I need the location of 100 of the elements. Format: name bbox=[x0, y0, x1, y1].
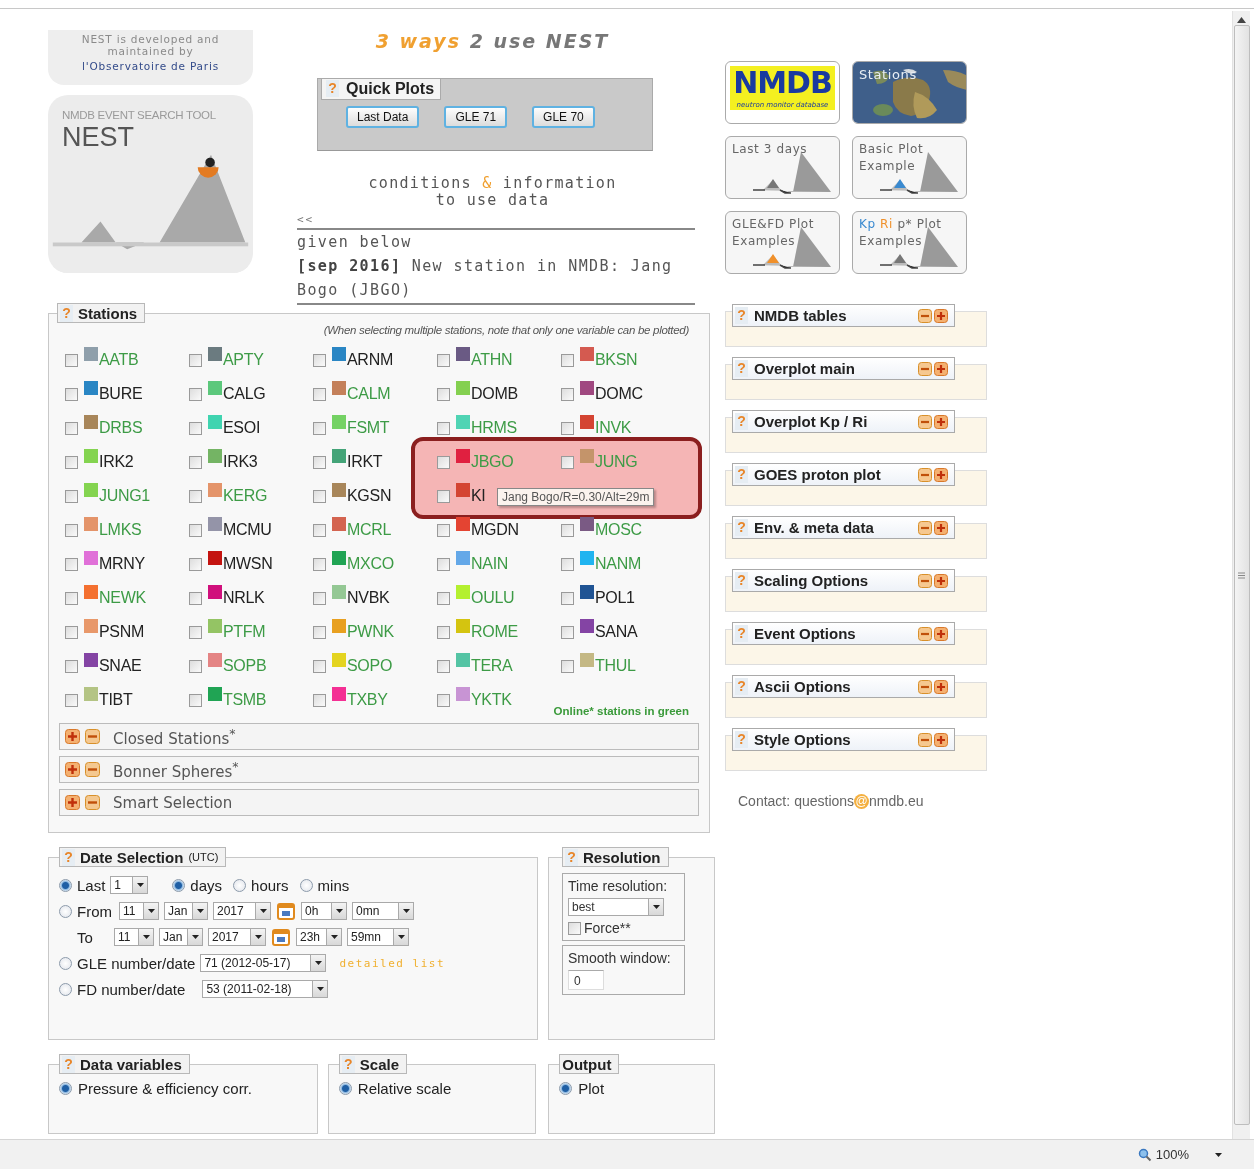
quick-plot-button[interactable]: GLE 70 bbox=[532, 105, 595, 128]
checkbox[interactable] bbox=[65, 625, 78, 639]
checkbox[interactable] bbox=[65, 523, 78, 537]
zoom-icon[interactable] bbox=[1137, 1147, 1152, 1162]
checkbox[interactable] bbox=[313, 591, 326, 605]
checkbox[interactable] bbox=[313, 659, 326, 673]
minus-icon[interactable] bbox=[918, 520, 932, 535]
checkbox[interactable] bbox=[189, 387, 202, 401]
smooth-window-field[interactable]: 0 bbox=[568, 970, 604, 990]
dropdown[interactable]: 23h bbox=[296, 928, 342, 946]
minus-icon[interactable] bbox=[918, 626, 932, 641]
checkbox[interactable] bbox=[561, 523, 574, 537]
checkbox[interactable] bbox=[437, 353, 450, 367]
information-link[interactable]: information bbox=[502, 174, 617, 192]
checkbox[interactable] bbox=[65, 557, 78, 571]
radio-button[interactable] bbox=[59, 904, 72, 918]
dropdown[interactable]: Jan bbox=[159, 928, 203, 946]
checkbox[interactable] bbox=[437, 557, 450, 571]
quick-plot-button[interactable]: GLE 71 bbox=[444, 105, 508, 128]
plus-icon[interactable] bbox=[934, 308, 948, 323]
plus-icon[interactable] bbox=[65, 729, 80, 744]
plus-icon[interactable] bbox=[934, 467, 948, 482]
plot-example-link[interactable]: GLE&FD Plot Examples bbox=[725, 211, 840, 274]
checkbox[interactable] bbox=[561, 625, 574, 639]
radio-button[interactable] bbox=[233, 878, 247, 892]
checkbox[interactable] bbox=[313, 557, 326, 571]
radio-button[interactable] bbox=[59, 956, 72, 970]
dropdown[interactable]: 0mn bbox=[352, 902, 414, 920]
checkbox[interactable] bbox=[65, 387, 78, 401]
dropdown[interactable]: 1 bbox=[110, 876, 149, 894]
dropdown[interactable]: 0h bbox=[301, 902, 347, 920]
plus-icon[interactable] bbox=[934, 679, 948, 694]
checkbox[interactable] bbox=[65, 489, 78, 503]
dropdown[interactable]: 59mn bbox=[347, 928, 409, 946]
plot-example-link[interactable]: Last 3 days bbox=[725, 136, 840, 199]
radio-button[interactable] bbox=[59, 878, 72, 892]
dropdown[interactable]: 71 (2012-05-17) bbox=[200, 954, 327, 972]
plus-icon[interactable] bbox=[934, 414, 948, 429]
checkbox[interactable] bbox=[189, 693, 202, 707]
checkbox[interactable] bbox=[437, 387, 450, 401]
checkbox[interactable] bbox=[313, 693, 326, 707]
dropdown[interactable]: 2017 bbox=[213, 902, 271, 920]
checkbox[interactable] bbox=[189, 659, 202, 673]
dropdown[interactable]: 11 bbox=[114, 928, 154, 946]
stations-map-link[interactable]: Stations bbox=[852, 61, 967, 124]
minus-icon[interactable] bbox=[918, 414, 932, 429]
checkbox[interactable] bbox=[437, 591, 450, 605]
checkbox[interactable] bbox=[189, 455, 202, 469]
radio-button[interactable] bbox=[59, 982, 72, 996]
checkbox[interactable] bbox=[65, 421, 78, 435]
plus-icon[interactable] bbox=[65, 795, 80, 810]
checkbox[interactable] bbox=[313, 625, 326, 639]
checkbox[interactable] bbox=[437, 659, 450, 673]
checkbox[interactable] bbox=[561, 421, 574, 435]
checkbox[interactable] bbox=[189, 421, 202, 435]
checkbox[interactable] bbox=[189, 557, 202, 571]
dropdown[interactable]: 11 bbox=[119, 902, 159, 920]
minus-icon[interactable] bbox=[85, 729, 100, 744]
calendar-icon[interactable] bbox=[276, 901, 296, 921]
checkbox[interactable] bbox=[568, 921, 581, 935]
minus-icon[interactable] bbox=[918, 361, 932, 376]
minus-icon[interactable] bbox=[918, 679, 932, 694]
checkbox[interactable] bbox=[561, 557, 574, 571]
checkbox[interactable] bbox=[313, 523, 326, 537]
checkbox[interactable] bbox=[189, 625, 202, 639]
minus-icon[interactable] bbox=[85, 762, 100, 777]
plot-example-link[interactable]: Kp Ri p* Plot Examples bbox=[852, 211, 967, 274]
dropdown[interactable]: Jan bbox=[164, 902, 208, 920]
plus-icon[interactable] bbox=[934, 732, 948, 747]
minus-icon[interactable] bbox=[85, 795, 100, 810]
radio-button[interactable] bbox=[299, 878, 313, 892]
plus-icon[interactable] bbox=[934, 361, 948, 376]
checkbox[interactable] bbox=[65, 693, 78, 707]
checkbox[interactable] bbox=[189, 523, 202, 537]
plot-example-link[interactable]: Basic Plot Example bbox=[852, 136, 967, 199]
checkbox[interactable] bbox=[561, 353, 574, 367]
plus-icon[interactable] bbox=[934, 626, 948, 641]
quick-plot-button[interactable]: Last Data bbox=[346, 105, 420, 128]
checkbox[interactable] bbox=[189, 591, 202, 605]
minus-icon[interactable] bbox=[918, 308, 932, 323]
checkbox[interactable] bbox=[561, 659, 574, 673]
checkbox[interactable] bbox=[313, 421, 326, 435]
radio-button[interactable] bbox=[172, 878, 186, 892]
checkbox[interactable] bbox=[313, 387, 326, 401]
checkbox[interactable] bbox=[65, 659, 78, 673]
checkbox[interactable] bbox=[561, 387, 574, 401]
checkbox[interactable] bbox=[313, 489, 326, 503]
checkbox[interactable] bbox=[189, 489, 202, 503]
observatory-link[interactable]: l'Observatoire de Paris bbox=[82, 60, 219, 72]
plus-icon[interactable] bbox=[65, 762, 80, 777]
scroll-up-icon[interactable] bbox=[1237, 17, 1246, 23]
checkbox[interactable] bbox=[561, 591, 574, 605]
checkbox[interactable] bbox=[437, 523, 450, 537]
plus-icon[interactable] bbox=[934, 573, 948, 588]
checkbox[interactable] bbox=[189, 353, 202, 367]
dropdown[interactable]: best bbox=[568, 898, 664, 916]
radio-button[interactable] bbox=[559, 1082, 573, 1095]
checkbox[interactable] bbox=[65, 455, 78, 469]
checkbox[interactable] bbox=[437, 421, 450, 435]
dropdown[interactable]: 53 (2011-02-18) bbox=[202, 980, 329, 998]
